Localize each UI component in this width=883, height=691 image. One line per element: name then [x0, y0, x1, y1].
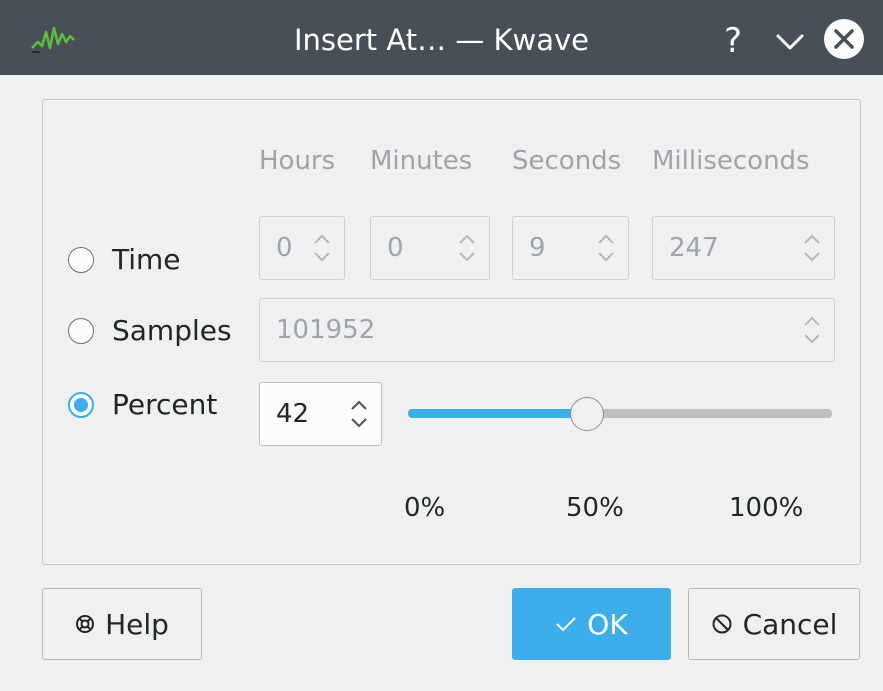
- slider-tick-50: 50%: [566, 493, 624, 523]
- time-radio-label: Time: [112, 243, 181, 276]
- slider-filled-track[interactable]: [408, 409, 588, 418]
- milliseconds-spinbox[interactable]: 247: [652, 216, 835, 280]
- lifebuoy-icon: [76, 615, 95, 633]
- minutes-header: Minutes: [370, 146, 473, 176]
- seconds-header: Seconds: [512, 146, 622, 176]
- samples-radio-label: Samples: [112, 314, 232, 347]
- milliseconds-value: 247: [669, 233, 719, 263]
- spin-arrows-icon[interactable]: [802, 231, 822, 265]
- cancel-button[interactable]: Cancel: [688, 588, 860, 660]
- time-radio-button[interactable]: [68, 247, 94, 273]
- percent-spinbox[interactable]: 42: [259, 382, 382, 446]
- slider-handle[interactable]: [570, 397, 604, 431]
- seconds-spinbox[interactable]: 9: [512, 216, 629, 280]
- percent-radio-option[interactable]: Percent: [68, 388, 217, 422]
- ok-button[interactable]: OK: [512, 588, 671, 660]
- spin-arrows-icon[interactable]: [802, 313, 822, 347]
- slider-tick-100: 100%: [729, 493, 804, 523]
- percent-radio-button[interactable]: [68, 392, 94, 418]
- spin-arrows-icon[interactable]: [596, 231, 616, 265]
- title-bar: Insert At… — Kwave ?: [0, 0, 883, 75]
- time-radio-option[interactable]: Time: [68, 243, 181, 277]
- hours-header: Hours: [259, 146, 336, 176]
- spin-arrows-icon[interactable]: [349, 397, 369, 431]
- help-icon[interactable]: ?: [713, 21, 753, 61]
- samples-value: 101952: [276, 315, 376, 345]
- help-button[interactable]: Help: [42, 588, 202, 660]
- samples-radio-option[interactable]: Samples: [68, 314, 232, 348]
- percent-value: 42: [276, 399, 310, 429]
- minutes-value: 0: [387, 233, 404, 263]
- samples-radio-button[interactable]: [68, 318, 94, 344]
- checkmark-icon: [556, 617, 577, 632]
- cancel-icon: [712, 614, 732, 634]
- spin-arrows-icon[interactable]: [457, 231, 477, 265]
- minimize-icon[interactable]: [770, 21, 810, 61]
- seconds-value: 9: [529, 233, 546, 263]
- help-button-label: Help: [105, 607, 169, 641]
- hours-value: 0: [276, 233, 293, 263]
- hours-spinbox[interactable]: 0: [259, 216, 345, 280]
- milliseconds-header: Milliseconds: [652, 146, 810, 176]
- minutes-spinbox[interactable]: 0: [370, 216, 490, 280]
- cancel-button-label: Cancel: [742, 607, 838, 641]
- slider-tick-0: 0%: [404, 493, 446, 523]
- percent-radio-label: Percent: [112, 388, 218, 421]
- ok-button-label: OK: [587, 607, 628, 641]
- close-icon[interactable]: [822, 17, 866, 61]
- samples-spinbox[interactable]: 101952: [259, 298, 835, 362]
- spin-arrows-icon[interactable]: [312, 231, 332, 265]
- slider-empty-track[interactable]: [588, 409, 832, 418]
